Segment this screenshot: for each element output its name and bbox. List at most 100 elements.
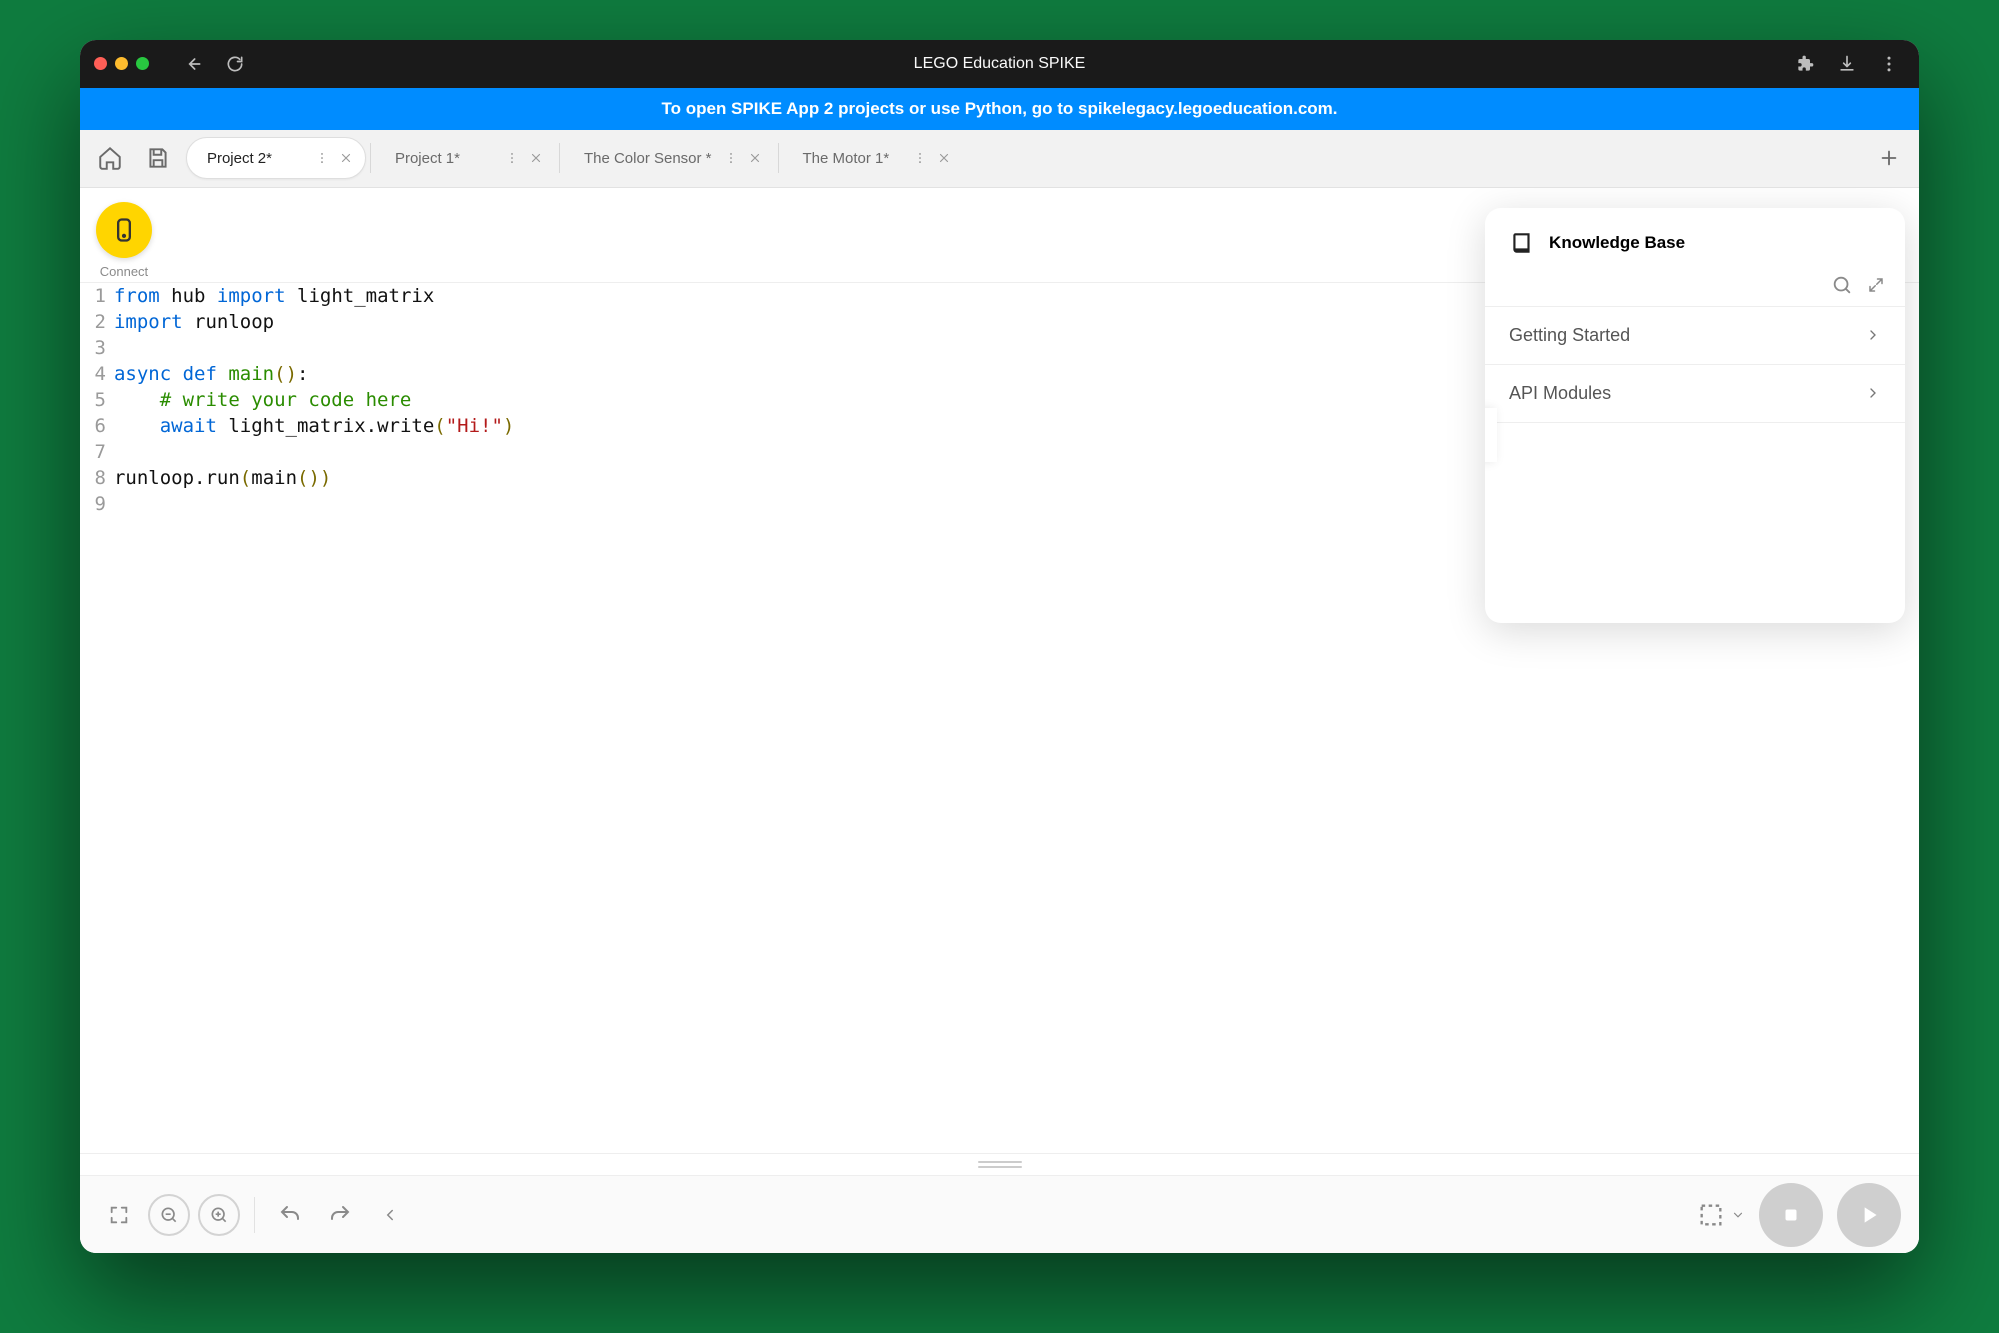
fullscreen-icon — [108, 1204, 130, 1226]
tab-menu-icon[interactable] — [913, 151, 927, 165]
app-window: LEGO Education SPIKE To open SPIKE App 2… — [80, 40, 1919, 1253]
legacy-banner: To open SPIKE App 2 projects or use Pyth… — [80, 88, 1919, 130]
stop-button[interactable] — [1759, 1183, 1823, 1247]
hub-icon — [110, 216, 138, 244]
tab-menu-icon[interactable] — [315, 151, 329, 165]
console-resize-handle[interactable] — [80, 1153, 1919, 1175]
kb-item-label: API Modules — [1509, 383, 1611, 404]
maximize-window-icon[interactable] — [136, 57, 149, 70]
tab-color-sensor[interactable]: The Color Sensor * — [564, 137, 774, 179]
kb-tools — [1485, 270, 1905, 306]
zoom-in-icon — [209, 1205, 229, 1225]
line-number: 8 — [80, 465, 114, 491]
connect-hub-button[interactable] — [96, 202, 152, 258]
tab-project-1[interactable]: Project 1* — [375, 137, 555, 179]
kb-header: Knowledge Base — [1485, 208, 1905, 270]
window-controls[interactable] — [94, 57, 149, 70]
refresh-icon — [225, 54, 245, 74]
tab-close-icon[interactable] — [937, 151, 951, 165]
line-number: 4 — [80, 361, 114, 387]
tab-label: The Motor 1* — [803, 150, 890, 167]
tab-menu-icon[interactable] — [724, 151, 738, 165]
more-vertical-icon — [1879, 54, 1899, 74]
tab-close-icon[interactable] — [748, 151, 762, 165]
code-content: import runloop — [114, 309, 274, 335]
drag-handle-icon — [1485, 424, 1489, 446]
kb-title: Knowledge Base — [1549, 233, 1685, 253]
tab-close-icon[interactable] — [339, 151, 353, 165]
kb-item-api-modules[interactable]: API Modules — [1485, 365, 1905, 423]
line-number: 6 — [80, 413, 114, 439]
separator — [254, 1197, 255, 1233]
stop-icon — [1780, 1204, 1802, 1226]
run-button[interactable] — [1837, 1183, 1901, 1247]
code-content: runloop.run(main()) — [114, 465, 331, 491]
close-window-icon[interactable] — [94, 57, 107, 70]
tab-separator — [778, 143, 779, 173]
tab-label: The Color Sensor * — [584, 150, 712, 167]
tab-label: Project 2* — [207, 150, 272, 167]
line-number: 2 — [80, 309, 114, 335]
connect-label: Connect — [100, 264, 148, 279]
redo-icon — [328, 1203, 352, 1227]
tab-label: Project 1* — [395, 150, 460, 167]
download-slot-selector[interactable] — [1697, 1201, 1745, 1229]
extensions-button[interactable] — [1789, 48, 1821, 80]
undo-button[interactable] — [269, 1194, 311, 1236]
back-button[interactable] — [177, 48, 209, 80]
tab-motor-1[interactable]: The Motor 1* — [783, 137, 963, 179]
code-content: async def main(): — [114, 361, 309, 387]
plus-icon — [1878, 147, 1900, 169]
tab-close-icon[interactable] — [529, 151, 543, 165]
download-button[interactable] — [1831, 48, 1863, 80]
step-back-button[interactable] — [369, 1194, 411, 1236]
book-icon — [1509, 230, 1535, 256]
grip-icon — [978, 1159, 1022, 1171]
home-button[interactable] — [90, 138, 130, 178]
code-content: await light_matrix.write("Hi!") — [114, 413, 514, 439]
zoom-in-button[interactable] — [198, 1194, 240, 1236]
chevron-right-icon — [1865, 385, 1881, 401]
code-content: # write your code here — [114, 387, 411, 413]
new-tab-button[interactable] — [1869, 138, 1909, 178]
kb-item-label: Getting Started — [1509, 325, 1630, 346]
chevron-right-icon — [1865, 327, 1881, 343]
line-number: 9 — [80, 491, 114, 517]
code-content: from hub import light_matrix — [114, 283, 434, 309]
puzzle-icon — [1795, 54, 1815, 74]
minimize-window-icon[interactable] — [115, 57, 128, 70]
tab-menu-icon[interactable] — [505, 151, 519, 165]
arrow-left-icon — [183, 54, 203, 74]
chevron-down-icon — [1731, 1208, 1745, 1222]
zoom-out-button[interactable] — [148, 1194, 190, 1236]
panel-collapse-handle[interactable] — [1485, 408, 1497, 462]
search-icon[interactable] — [1831, 274, 1853, 296]
refresh-button[interactable] — [219, 48, 251, 80]
save-button[interactable] — [138, 138, 178, 178]
tab-separator — [370, 143, 371, 173]
banner-text: To open SPIKE App 2 projects or use Pyth… — [661, 99, 1337, 119]
expand-icon[interactable] — [1867, 276, 1885, 294]
more-menu-button[interactable] — [1873, 48, 1905, 80]
tabs: Project 2* Project 1* The Color Sensor * — [186, 137, 1861, 179]
line-number: 5 — [80, 387, 114, 413]
app-title: LEGO Education SPIKE — [80, 55, 1919, 73]
main-area: Connect 1from hub import light_matrix2im… — [80, 188, 1919, 1253]
slot-icon — [1697, 1201, 1725, 1229]
bottom-toolbar — [80, 1175, 1919, 1253]
home-icon — [97, 145, 123, 171]
kb-item-getting-started[interactable]: Getting Started — [1485, 306, 1905, 365]
chevron-left-icon — [381, 1206, 399, 1224]
tab-project-2[interactable]: Project 2* — [186, 137, 366, 179]
download-icon — [1837, 54, 1857, 74]
line-number: 1 — [80, 283, 114, 309]
connect-wrap: Connect — [96, 202, 152, 279]
save-icon — [145, 145, 171, 171]
play-icon — [1856, 1202, 1882, 1228]
zoom-out-icon — [159, 1205, 179, 1225]
redo-button[interactable] — [319, 1194, 361, 1236]
line-number: 3 — [80, 335, 114, 361]
fullscreen-button[interactable] — [98, 1194, 140, 1236]
tab-separator — [559, 143, 560, 173]
knowledge-base-panel: Knowledge Base Getting Started API Modul… — [1485, 208, 1905, 623]
